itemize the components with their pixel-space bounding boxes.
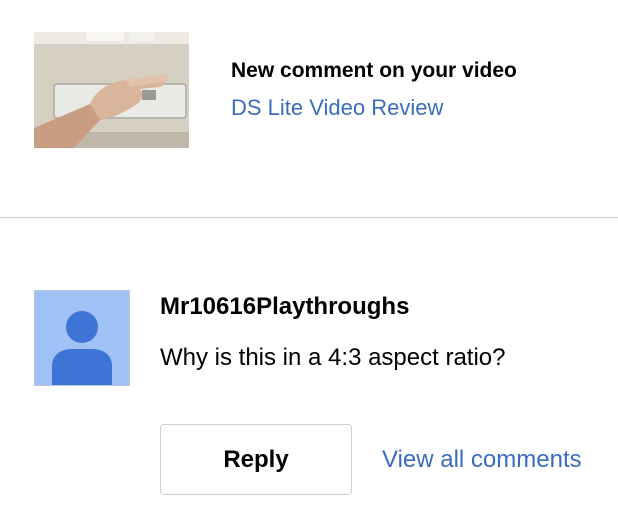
default-user-avatar-icon [34, 290, 130, 386]
video-thumbnail[interactable] [34, 32, 189, 148]
avatar-figure-icon [52, 311, 112, 385]
notification-header: New comment on your video DS Lite Video … [0, 0, 618, 218]
section-divider [0, 217, 618, 218]
comment-author[interactable]: Mr10616Playthroughs [160, 293, 409, 321]
comment-text: Why is this in a 4:3 aspect ratio? [160, 344, 506, 371]
video-thumbnail-image [34, 32, 189, 148]
view-all-comments-link[interactable]: View all comments [382, 445, 582, 475]
reply-button[interactable]: Reply [160, 424, 352, 495]
video-title-link[interactable]: DS Lite Video Review [231, 94, 443, 122]
notification-title: New comment on your video [231, 59, 517, 82]
